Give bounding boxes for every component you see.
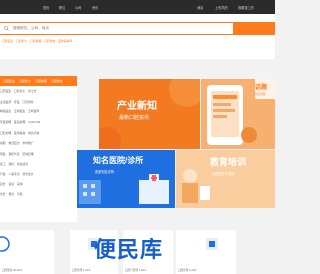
category-link[interactable]: CADCAM [28,120,40,124]
nav-link-companies[interactable]: 公司 [75,5,81,10]
category-link[interactable]: 店长 [0,182,6,186]
banner-title: 教育培训 [210,157,247,167]
category-link[interactable]: 保洁 [8,192,14,196]
category-link[interactable]: 牙医助理 [0,120,11,124]
company-card[interactable]: 口腔诊所 1-20人 [176,230,236,274]
category-link[interactable]: 技工 [0,162,6,166]
category-link[interactable]: 财务会计 [23,172,34,176]
category-link[interactable]: 口腔护士 [14,89,25,93]
category-link[interactable]: 仓管 [0,192,6,196]
category-link[interactable]: 口腔修复 [23,100,34,104]
category-link[interactable]: 口腔护理 [0,131,11,135]
category-row: 主治医师 牙医 口腔修复 [0,100,77,105]
category-row: 种植医生 正畸医生 正畸医师 [0,109,77,114]
category-row: 牙医助理 医生助理 CADCAM [0,120,77,125]
category-link[interactable]: 行政 [0,172,6,176]
category-row: 口腔护理 医学美容 前台咨询 [0,131,77,136]
category-link[interactable]: 运营 [8,182,14,186]
category-header: 口腔医生 口腔护士 口腔助理 口腔前台 [0,76,77,86]
search-input[interactable] [13,23,213,33]
category-row: 行政 人事专员 财务会计 [0,172,77,177]
search-icon [4,26,9,31]
banner-subtitle: 最新口腔资讯 [119,115,150,121]
category-link[interactable]: 电话回访 [8,141,19,145]
watermark-logo: 便民库 [94,237,164,262]
category-header-item[interactable]: 口腔助理 [35,79,47,83]
category-row: 口腔医生 口腔护士 护士长 [0,89,77,94]
search-box [0,22,234,35]
header [0,14,275,59]
hot-search-tags: 口腔医生 口腔护士 口腔助理 口腔前台 医学美容师 [2,39,74,44]
category-row: 导医 销售代表 区域经理 [0,152,77,157]
category-header-item[interactable]: 口腔护士 [19,79,31,83]
search-button[interactable] [234,22,275,35]
topic-subtitle: 热点话题 [255,93,266,96]
category-row: 店长 运营 采购 [0,182,77,187]
banner-famous-hospitals[interactable]: 知名医院/诊所 各家知名诊所 [77,150,175,208]
category-row: 客服 电话回访 市场推广 [0,141,77,146]
category-link[interactable]: 种植医生 [0,109,11,113]
hot-tag[interactable]: 口腔护士 [16,39,27,43]
category-link[interactable]: 司机 [17,192,23,196]
category-link[interactable]: 医学美容 [14,131,25,135]
category-link[interactable]: 前台接待 [17,162,28,166]
banner-education-training[interactable]: 教育培训 口腔医学生培训 [176,150,275,208]
banner-subtitle: 口腔医学生培训 [212,172,235,176]
category-link[interactable]: 销售代表 [8,152,19,156]
topic-card[interactable]: 话题 热点话题 [255,79,275,99]
nav-link-find-job[interactable]: 我要找工作 [238,5,254,10]
banner-subtitle: 各家知名诊所 [95,170,115,174]
company-caption: 口腔医生 20-30人 [2,269,23,272]
company-caption: 口腔诊所 1-20人 [72,269,91,272]
company-card[interactable]: 口腔医生 20-30人 [0,230,54,274]
company-caption: 口腔门诊部 1-20人 [125,269,147,272]
category-link[interactable]: 主治医师 [0,100,11,104]
nav-link-jobs[interactable]: 职位 [59,5,65,10]
hot-tag[interactable]: 口腔医生 [2,39,13,43]
nav-link-news[interactable]: 资讯 [92,5,98,10]
banner-title: 产业新知 [117,101,157,112]
category-link[interactable]: 质检 [8,162,14,166]
banner-decoration [99,79,200,149]
category-header-item[interactable]: 口腔前台 [51,79,63,83]
hot-tag[interactable]: 口腔助理 [30,39,41,43]
company-caption: 口腔诊所 1-20人 [178,269,197,272]
category-row: 仓管 保洁 司机 [0,192,77,197]
category-link[interactable]: 护士长 [28,89,36,93]
category-link[interactable]: 正畸医师 [28,109,39,113]
category-link[interactable]: 前台咨询 [28,131,39,135]
banner-title: 知名医院/诊所 [93,156,144,165]
category-link[interactable]: 医生助理 [14,120,25,124]
hot-tag[interactable]: 医学美容师 [58,39,72,43]
nav-link-upload-resume[interactable]: 上传简历 [215,5,228,10]
category-link[interactable]: 采购 [17,182,23,186]
category-row: 技工 质检 前台接待 [0,162,77,167]
banner-industry-news[interactable]: 产业新知 最新口腔资讯 [99,79,200,149]
nav-link-messages[interactable]: 消息 [197,5,203,10]
company-logo-icon [206,238,218,250]
company-logo-icon [0,236,10,252]
category-header-item[interactable]: 口腔医生 [3,79,15,83]
category-link[interactable]: 口腔医生 [0,89,11,93]
category-link[interactable]: 区域经理 [23,152,34,156]
nav-link-home[interactable]: 首页 [43,5,49,10]
category-link[interactable]: 人事专员 [8,172,19,176]
hot-tag[interactable]: 口腔前台 [44,39,55,43]
topic-title: 话题 [255,85,268,91]
category-link[interactable]: 客服 [0,141,6,145]
category-link[interactable]: 市场推广 [23,141,34,145]
top-nav-bar: 首页 职位 公司 资讯 消息 上传简历 我要找工作 [0,0,275,14]
category-link[interactable]: 导医 [0,152,6,156]
category-link[interactable]: 牙医 [14,100,20,104]
category-panel: 口腔医生 口腔护士 口腔助理 口腔前台 口腔医生 口腔护士 护士长 主治医师 牙… [0,76,77,226]
category-link[interactable]: 正畸医生 [14,109,25,113]
